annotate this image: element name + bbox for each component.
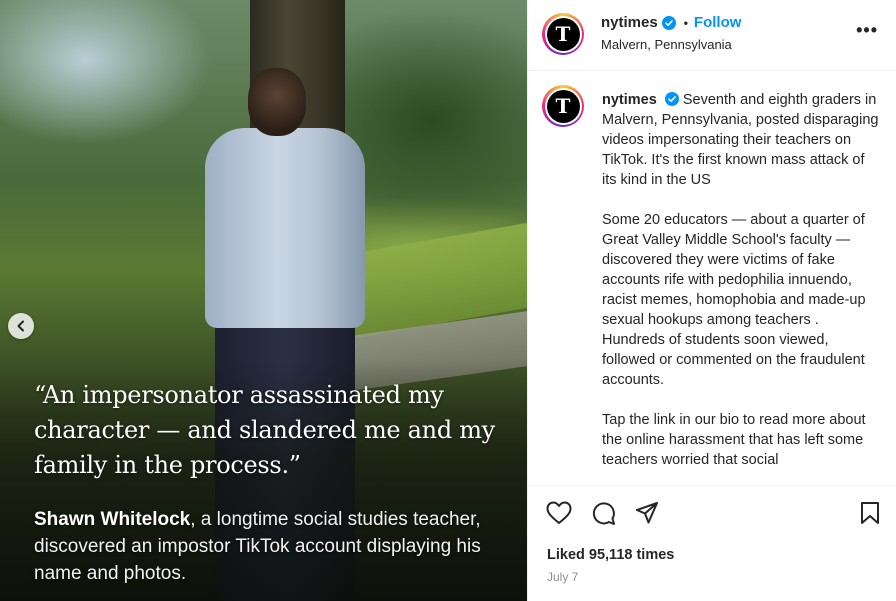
previous-slide-button[interactable] (8, 313, 34, 339)
location-link[interactable]: Malvern, Pennsylvania (601, 37, 732, 52)
caption-area: T nytimes Seventh and eighth graders in … (528, 72, 896, 485)
nyt-logo: T (546, 17, 580, 51)
comment-username[interactable]: nytimes (602, 92, 657, 108)
verified-icon (664, 92, 679, 106)
action-bar: Liked 95,118 times July 7 (528, 485, 896, 601)
post-sidebar: T nytimes • Follow Malvern, Pennsylvania… (527, 0, 896, 601)
follow-button[interactable]: Follow (694, 14, 742, 31)
comment-icon (592, 501, 615, 525)
chevron-left-icon (17, 320, 24, 332)
save-button[interactable] (857, 500, 883, 526)
caption-name: Shawn Whitelock (34, 509, 191, 530)
post-header: T nytimes • Follow Malvern, Pennsylvania… (528, 0, 896, 71)
header-username[interactable]: nytimes (601, 14, 658, 31)
comment-button[interactable] (590, 500, 616, 526)
like-count[interactable]: Liked 95,118 times (547, 547, 674, 563)
post-image[interactable]: “An impersonator assassinated my charact… (0, 0, 527, 601)
heart-icon (546, 501, 572, 524)
comment-avatar[interactable]: T (542, 85, 584, 127)
separator-dot: • (683, 15, 688, 30)
image-caption: Shawn Whitelock, a longtime social studi… (34, 506, 504, 587)
caption-paragraph-3: Tap the link in our bio to read more abo… (602, 412, 866, 468)
avatar[interactable]: T (542, 13, 584, 55)
nyt-logo: T (546, 89, 580, 123)
image-quote: “An impersonator assassinated my charact… (34, 381, 495, 479)
caption-text-block: nytimes Seventh and eighth graders in Ma… (602, 90, 882, 485)
share-icon (636, 502, 658, 524)
verified-icon (661, 15, 676, 30)
like-button[interactable] (546, 500, 572, 526)
share-button[interactable] (634, 500, 660, 526)
more-icon[interactable]: ••• (856, 20, 878, 41)
post-date[interactable]: July 7 (547, 570, 578, 584)
caption-paragraph-2: Some 20 educators — about a quarter of G… (602, 212, 866, 388)
bookmark-icon (861, 502, 879, 524)
